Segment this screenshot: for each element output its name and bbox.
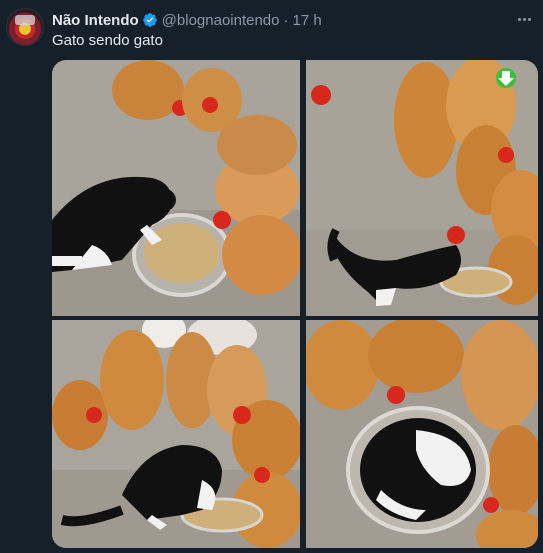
- more-options-icon[interactable]: [515, 10, 533, 28]
- verified-badge-icon: [142, 13, 157, 27]
- avatar[interactable]: [6, 8, 44, 46]
- photo-2[interactable]: [306, 60, 538, 316]
- tweet-text: Gato sendo gato: [52, 32, 163, 49]
- handle[interactable]: @blognaointendo: [162, 12, 280, 29]
- separator-dot: ·: [283, 11, 289, 29]
- tweet[interactable]: Não Intendo @blognaointendo · 17 h Gato …: [0, 0, 543, 553]
- photo-3[interactable]: [52, 320, 300, 548]
- tweet-header: Não Intendo @blognaointendo · 17 h: [52, 10, 322, 30]
- photo-1[interactable]: [52, 60, 300, 316]
- download-arrow-icon: [496, 68, 516, 88]
- photo-4[interactable]: [306, 320, 538, 548]
- media-grid[interactable]: [52, 60, 538, 548]
- display-name[interactable]: Não Intendo: [52, 12, 139, 29]
- timestamp[interactable]: 17 h: [293, 12, 322, 29]
